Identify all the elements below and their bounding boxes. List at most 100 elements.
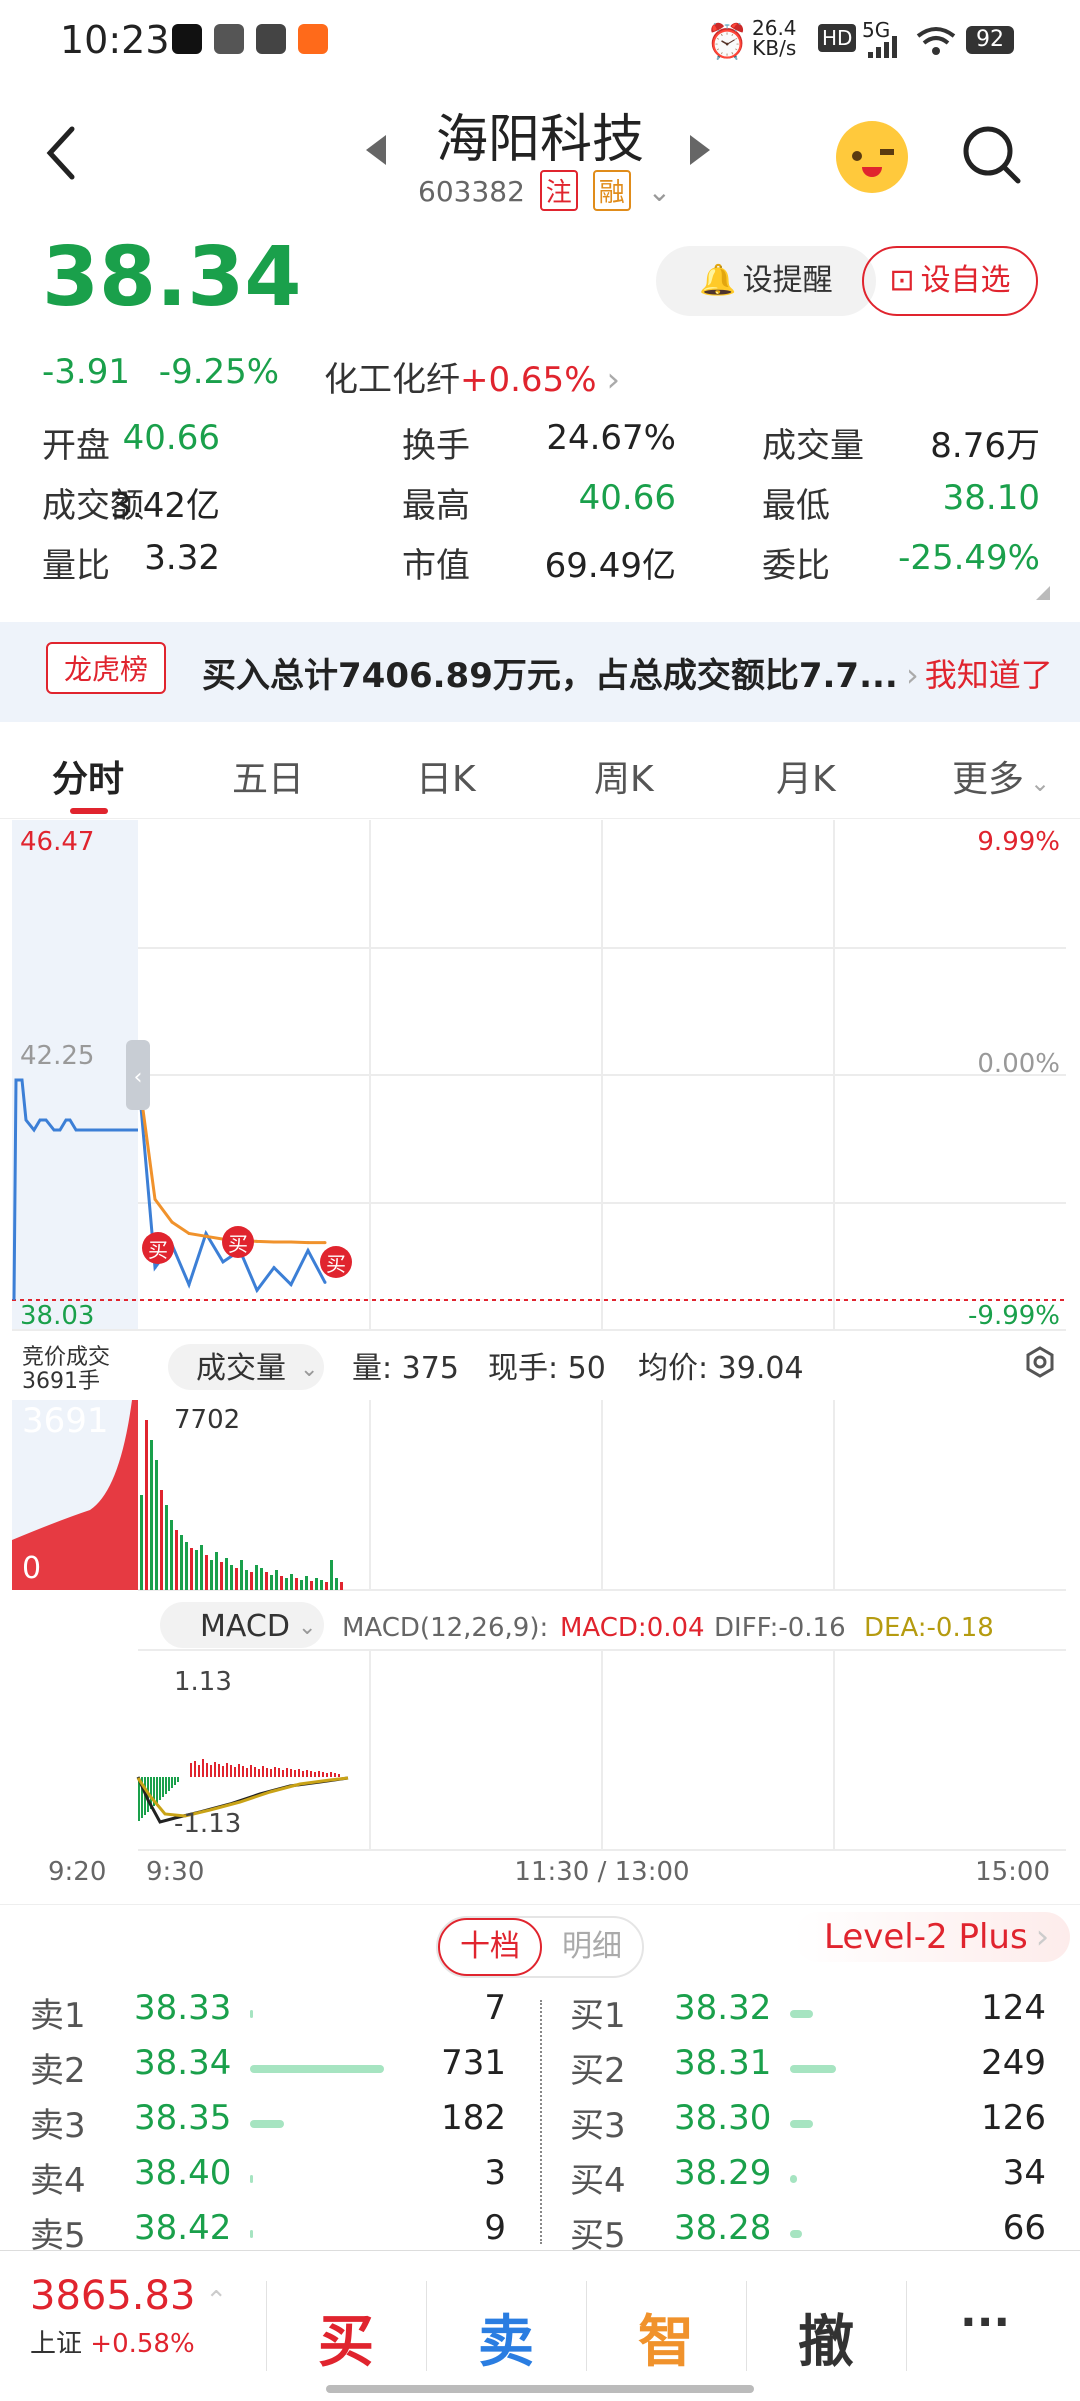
net-speed: 26.4 KB/s [752, 18, 797, 58]
macd-bar [270, 1769, 272, 1777]
buy-level-price: 38.31 [674, 2043, 772, 2083]
net-speed-unit: KB/s [752, 36, 797, 60]
volume-bar [170, 1520, 173, 1590]
mode-ten-levels[interactable]: 十档 [438, 1918, 542, 1976]
price-mid-label: 42.25 [20, 1041, 94, 1071]
price-point [221, 1260, 225, 1264]
price-low-label: 38.03 [20, 1301, 94, 1331]
macd-bar [242, 1766, 244, 1777]
tab-intraday[interactable]: 分时 [52, 750, 124, 802]
cancel-order-button[interactable]: 撤 [798, 2297, 854, 2378]
smart-button[interactable]: 智 [638, 2297, 694, 2378]
chevron-up-icon: ⌃ [205, 2286, 228, 2316]
stat-label: 开盘 [42, 426, 110, 466]
buy-level-label: 买3 [570, 2106, 626, 2146]
stock-code-row[interactable]: 603382 注 融 ⌄ [418, 170, 671, 211]
volume-bar [265, 1572, 268, 1590]
macd-bar [210, 1765, 212, 1777]
volume-bar [230, 1565, 233, 1590]
macd-bar [274, 1767, 276, 1777]
macd-bar [278, 1768, 280, 1777]
settings-icon[interactable] [1026, 1346, 1054, 1378]
macd-bar [330, 1772, 332, 1777]
chevron-down-icon: ⌄ [298, 1615, 316, 1640]
volume-bar [185, 1542, 188, 1590]
period-tabs: 分时 五日 日K 周K 月K 更多 ⌄ [0, 730, 1080, 819]
search-icon[interactable] [960, 123, 1024, 187]
tab-monthly-k[interactable]: 月K [776, 750, 836, 802]
bell-icon: 🔔 [699, 263, 737, 298]
expand-corner-icon[interactable] [1036, 586, 1050, 600]
tab-five-day[interactable]: 五日 [232, 750, 304, 802]
volume-max-left: 3691 [22, 1401, 109, 1441]
add-watchlist-button[interactable]: ⊡ 设自选 [862, 246, 1038, 316]
volume-bar [295, 1578, 298, 1590]
level2-plus-link[interactable]: Level-2 Plus › [794, 1912, 1070, 1962]
dea-value: DEA:-0.18 [864, 1613, 994, 1643]
index-change: +0.58% [90, 2329, 195, 2359]
tab-daily-k[interactable]: 日K [416, 750, 476, 802]
auction-volume: 3691手 [22, 1369, 100, 1394]
stat-label: 成交量 [762, 426, 864, 466]
macd-bar [214, 1762, 216, 1777]
pct-mid-label: 0.00% [977, 1049, 1060, 1079]
dragon-tiger-text: 买入总计7406.89万元，占总成交额比7.7... [202, 656, 898, 696]
volume-zero: 0 [22, 1551, 41, 1586]
chevron-down-icon: ⌄ [647, 175, 672, 208]
divider [266, 2281, 267, 2371]
macd-bar [314, 1772, 316, 1777]
index-quote[interactable]: 3865.83 ⌃ 上证 +0.58% [30, 2273, 227, 2360]
mail-icon [256, 24, 286, 54]
stock-name: 海阳科技 [435, 110, 644, 170]
dragon-tiger-tag: 龙虎榜 [46, 642, 167, 694]
avg-price-point [306, 1241, 310, 1245]
volume-max: 7702 [174, 1405, 240, 1435]
tab-weekly-k[interactable]: 周K [594, 750, 654, 802]
stat-label: 量比 [42, 546, 110, 586]
sector-link[interactable]: 化工化纤+0.65% › [324, 352, 620, 401]
buy-marker-label: 买 [326, 1252, 346, 1276]
price-point [153, 1266, 157, 1270]
volume-bar [240, 1560, 243, 1590]
stat-value: 40.66 [122, 418, 220, 458]
volume-bar [285, 1578, 288, 1590]
home-indicator [326, 2385, 754, 2393]
macd-params: MACD(12,26,9): [342, 1613, 548, 1643]
volume-bar [310, 1581, 313, 1590]
macd-bar [246, 1768, 248, 1777]
buy-level-label: 买1 [570, 1996, 626, 2036]
dismiss-banner-button[interactable]: › 我知道了 [906, 650, 1053, 696]
stat-label: 最高 [402, 486, 470, 526]
order-book-mode-toggle: 十档 明细 [436, 1916, 644, 1978]
app-icon [214, 24, 244, 54]
more-button[interactable]: ··· [960, 2297, 1010, 2348]
buy-level-label: 买4 [570, 2161, 626, 2201]
set-alert-button[interactable]: 🔔 设提醒 [656, 246, 876, 316]
mode-detail[interactable]: 明细 [542, 1918, 642, 1976]
macd-bar [162, 1777, 164, 1797]
sector-name: 化工化纤 [324, 360, 460, 400]
price-change-pct: -9.25% [158, 352, 280, 392]
sell-button[interactable]: 卖 [478, 2297, 534, 2378]
macd-bar [282, 1770, 284, 1777]
volume-bar [305, 1576, 308, 1590]
mascot-icon[interactable] [836, 121, 908, 193]
sell-level-bar [250, 2120, 284, 2128]
macd-bar [262, 1766, 264, 1777]
sell-level-label: 卖4 [30, 2161, 86, 2201]
level2-plus-label: Level-2 Plus [824, 1917, 1028, 1957]
macd-bar [338, 1774, 340, 1777]
buy-button[interactable]: 买 [318, 2297, 374, 2378]
dragon-tiger-banner[interactable]: 龙虎榜 买入总计7406.89万元，占总成交额比7.7... › 我知道了 [0, 622, 1080, 722]
volume-bar [290, 1574, 293, 1590]
tab-more[interactable]: 更多 ⌄ [952, 750, 1050, 802]
stat-value: 38.10 [942, 478, 1040, 518]
macd-bar [177, 1777, 179, 1782]
macd-bar [171, 1777, 173, 1788]
next-stock-icon[interactable] [688, 133, 712, 167]
intraday-chart[interactable]: 买 买 买 ‹ 46.47 42.25 38.03 9.99% 0.00% -9… [0, 820, 1080, 1900]
macd-bar [202, 1759, 204, 1777]
set-alert-label: 设提醒 [742, 263, 833, 298]
index-meta: 上证 +0.58% [30, 2323, 227, 2360]
macd-bar [218, 1764, 220, 1777]
